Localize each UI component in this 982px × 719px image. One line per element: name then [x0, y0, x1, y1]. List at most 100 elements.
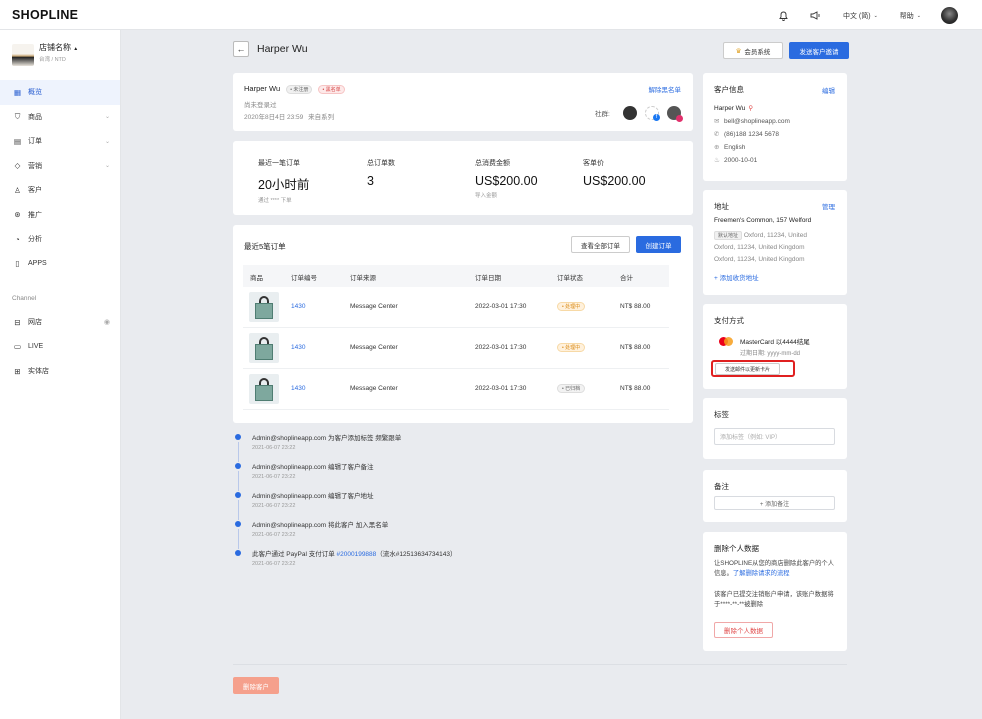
language-label: 中文 (简)	[842, 12, 871, 20]
stat-label[interactable]: 最近一笔订单	[258, 158, 309, 168]
chevron-down-icon: ⌄	[916, 12, 921, 19]
timeline-text-suffix: （流水#12513634734143）	[376, 551, 457, 558]
tag-unregistered: • 未注册	[286, 84, 313, 94]
send-card-update-button[interactable]: 发送邮件以更新卡片	[715, 363, 780, 375]
timeline-item: 此客户通过 PayPal 支付订单 #2000199888（流水#1251363…	[233, 548, 673, 577]
timeline-time: 2021-06-07 23:22	[252, 503, 296, 509]
stat-sub: 导入金额	[475, 193, 498, 199]
bell-icon[interactable]	[779, 11, 788, 21]
product-thumbnail[interactable]	[249, 374, 279, 404]
sidebar-item-3[interactable]: ◇ 营销 ⌄	[0, 154, 120, 179]
activity-timeline: Admin@shoplineapp.com 为客户添加标签 频繁跟单 2021-0…	[233, 432, 673, 577]
notes-title: 备注	[714, 482, 729, 491]
sidebar-item-5[interactable]: ⊛ 推广	[0, 203, 120, 228]
channel-icon: ▭	[13, 342, 22, 352]
delete-customer-button[interactable]: 删除客户	[233, 677, 279, 694]
nav-icon: ▦	[13, 87, 22, 97]
megaphone-icon[interactable]	[810, 11, 821, 20]
social-facebook-avatar[interactable]: f	[645, 106, 660, 121]
timeline-text: Admin@shoplineapp.com 为客户添加标签 频繁跟单	[252, 435, 402, 442]
delete-data-card: 删除个人数据 让SHOPLINE从您的商店删除此客户的个人信息。了解删除请求的流…	[703, 532, 847, 651]
member-system-button[interactable]: ♛ 会员系统	[723, 42, 783, 59]
search-icon[interactable]: ⚲	[748, 104, 753, 112]
delete-personal-data-button[interactable]: 删除个人数据	[714, 622, 773, 638]
add-address-link[interactable]: + 添加收货地址	[714, 272, 759, 282]
sidebar-channel-label: 实体店	[28, 368, 49, 376]
shopline-logo[interactable]: SHOPLINE	[12, 8, 78, 22]
sidebar: 店铺名称 ▲ 台湾 / NTD ▦ 概览 ⛉ 商品 ⌄ ▤ 订单 ⌄ ◇ 营销 ⌄ ♙ 客户 ⊛ 推广 ◔ 分析…	[0, 30, 121, 719]
eye-icon[interactable]: ◉	[104, 318, 110, 326]
order-status-badge: • 已归档	[557, 384, 586, 393]
column-header: 合计	[620, 275, 633, 282]
nav-icon: ⛉	[14, 111, 21, 121]
address-line2: Oxford, 11234, United Kingdom	[714, 244, 805, 251]
sidebar-item-4[interactable]: ♙ 客户	[0, 178, 120, 203]
timeline-text: Admin@shoplineapp.com 编辑了客户备注	[252, 464, 374, 471]
timeline-dot	[235, 521, 241, 527]
timeline-text: Admin@shoplineapp.com 编辑了客户地址	[252, 493, 374, 500]
table-row[interactable]: 1430 Message Center 2022-03-01 17:30 • 处理中 N…	[243, 287, 669, 328]
manage-address-link[interactable]: 管理	[822, 201, 835, 211]
sidebar-item-7[interactable]: ▯ APPS	[0, 252, 120, 277]
sidebar-item-1[interactable]: ⛉ 商品 ⌄	[0, 105, 120, 130]
back-button[interactable]: ←	[233, 41, 249, 57]
store-region: 台湾 / NTD	[39, 57, 66, 63]
sidebar-channel-0[interactable]: ⊟ 网店 ◉	[0, 310, 120, 335]
user-avatar[interactable]	[941, 7, 958, 24]
unblacklist-link[interactable]: 解除黑名单	[649, 84, 682, 94]
store-thumbnail	[12, 44, 34, 66]
view-all-orders-button[interactable]: 查看全部订单	[571, 236, 630, 253]
nav-icon: ▯	[15, 259, 20, 269]
customer-info-title: 客户信息	[714, 85, 744, 94]
send-invite-button[interactable]: 发送客户邀请	[789, 42, 849, 59]
sidebar-item-6[interactable]: ◔ 分析	[0, 227, 120, 252]
nav-icon: ⊛	[14, 210, 21, 220]
sidebar-item-0[interactable]: ▦ 概览	[0, 80, 120, 105]
create-order-button[interactable]: 创建订单	[636, 236, 681, 253]
timeline-connector	[237, 471, 239, 491]
order-date: 2022-03-01 17:30	[475, 303, 527, 310]
arrow-left-icon: ←	[236, 44, 246, 54]
order-id-link[interactable]: 1430	[291, 303, 305, 310]
timeline-connector	[237, 500, 239, 520]
add-note-button[interactable]: + 添加备注	[714, 496, 835, 510]
mastercard-icon	[719, 337, 733, 346]
timeline-item: Admin@shoplineapp.com 为客户添加标签 频繁跟单 2021-0…	[233, 432, 673, 462]
column-header: 订单来源	[350, 275, 376, 282]
order-id-link[interactable]: 1430	[291, 385, 305, 392]
timeline-time: 2021-06-07 23:22	[252, 561, 296, 567]
store-switcher[interactable]: 店铺名称 ▲ 台湾 / NTD	[12, 42, 78, 66]
table-row[interactable]: 1430 Message Center 2022-03-01 17:30 • 已归档 N…	[243, 369, 669, 410]
order-source: Message Center	[350, 303, 398, 310]
social-wechat-avatar[interactable]	[623, 106, 637, 120]
customer-info-name: Harper Wu	[714, 104, 746, 112]
product-thumbnail[interactable]	[249, 292, 279, 322]
order-link[interactable]: #2000199888	[337, 551, 377, 558]
delete-data-title: 删除个人数据	[714, 544, 759, 553]
delete-process-link[interactable]: 了解删除请求的流程	[733, 570, 790, 577]
sidebar-item-label: APPS	[28, 260, 47, 268]
timeline-item: Admin@shoplineapp.com 将此客户 加入黑名单 2021-06-…	[233, 519, 673, 549]
tags-card: 标签 添加标签（例如: VIP）	[703, 398, 847, 459]
order-id-link[interactable]: 1430	[291, 344, 305, 351]
sidebar-channel-2[interactable]: ⊞ 实体店	[0, 359, 120, 384]
tags-title: 标签	[714, 410, 729, 419]
table-row[interactable]: 1430 Message Center 2022-03-01 17:30 • 处理中 N…	[243, 328, 669, 369]
order-total: NT$ 88.00	[620, 303, 651, 310]
sidebar-channel-1[interactable]: ▭ LIVE	[0, 335, 120, 360]
channel-section-title: Channel	[12, 294, 37, 302]
social-label: 社群:	[595, 111, 610, 118]
tag-input[interactable]: 添加标签（例如: VIP）	[714, 428, 835, 445]
customer-info-card: 客户信息 编辑 Harper Wu ⚲ ✉ bell@shoplineapp.com…	[703, 73, 847, 181]
timeline-dot	[235, 463, 241, 469]
language-select[interactable]: 中文 (简) ⌄	[843, 11, 878, 21]
sidebar-item-2[interactable]: ▤ 订单 ⌄	[0, 129, 120, 154]
store-name: 店铺名称	[39, 43, 71, 52]
timeline-dot	[235, 434, 241, 440]
stat-sub: 通过 **** 下单	[258, 198, 292, 204]
edit-customer-link[interactable]: 编辑	[822, 85, 835, 95]
product-thumbnail[interactable]	[249, 333, 279, 363]
social-instagram-avatar[interactable]	[667, 106, 683, 122]
help-menu[interactable]: 帮助 ⌄	[900, 11, 921, 21]
orders-title: 最近5笔订单	[244, 242, 286, 251]
